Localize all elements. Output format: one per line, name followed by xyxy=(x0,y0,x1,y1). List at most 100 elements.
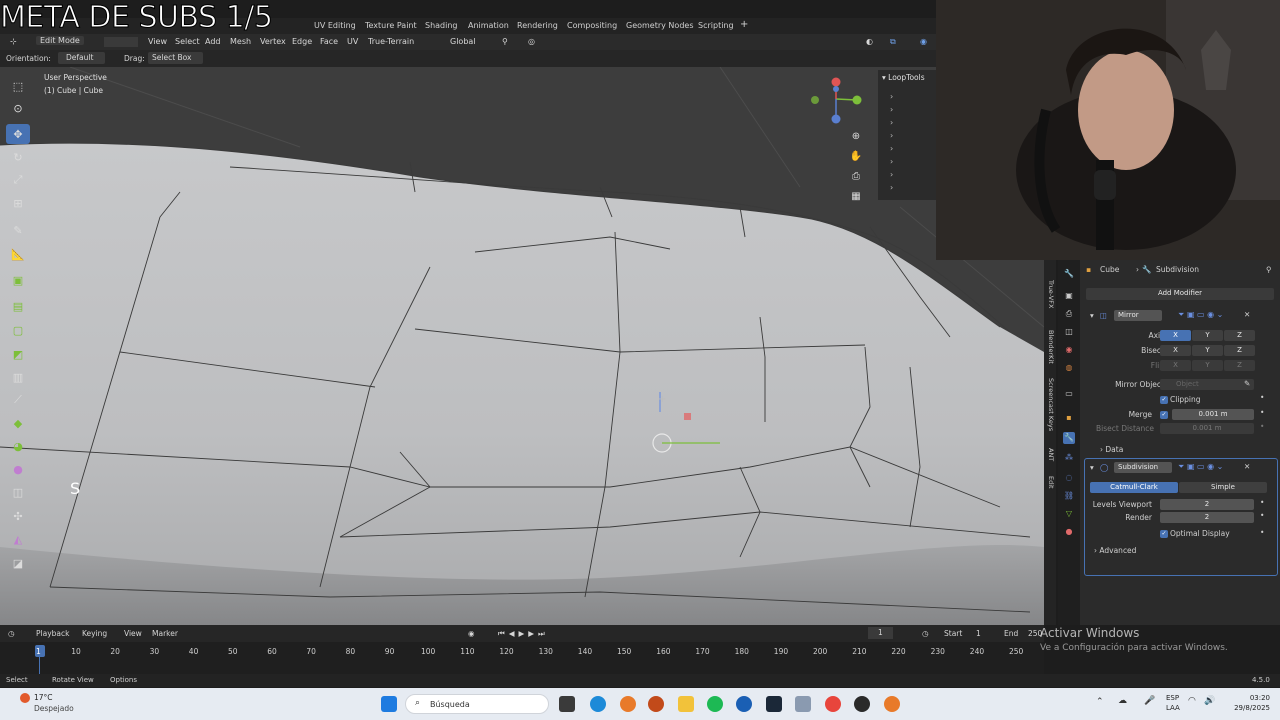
menu-keying[interactable]: Keying xyxy=(82,629,107,638)
edge-slide-tool-icon[interactable]: ◫ xyxy=(6,482,30,502)
advanced-subpanel[interactable]: › Advanced xyxy=(1094,546,1136,555)
menu-uv[interactable]: UV xyxy=(347,37,358,46)
orientation-dropdown[interactable]: Default xyxy=(58,52,106,64)
axis-x-toggle[interactable]: X xyxy=(1160,330,1191,341)
bisect-z-toggle[interactable]: Z xyxy=(1224,345,1255,356)
optimal-display-checkbox[interactable]: ✓ xyxy=(1160,530,1168,538)
tab-screencast-keys[interactable]: Screencast Keys xyxy=(1045,378,1055,431)
axis-y-toggle[interactable]: Y xyxy=(1192,330,1223,341)
modifier-props-icon[interactable]: 🔧 xyxy=(1063,432,1075,444)
extrude-tool-icon[interactable]: ▤ xyxy=(6,296,30,316)
loop-cut-tool-icon[interactable]: ▥ xyxy=(6,367,30,387)
optimal-display-keyframe-dot[interactable]: • xyxy=(1260,528,1264,537)
constraints-props-icon[interactable]: ⛓ xyxy=(1063,490,1075,502)
move-tool-icon[interactable]: ✥ xyxy=(6,124,30,144)
inset-tool-icon[interactable]: ▢ xyxy=(6,320,30,340)
cloud-icon[interactable]: ☁ xyxy=(1118,696,1127,706)
clipping-keyframe-dot[interactable]: • xyxy=(1260,393,1264,402)
speaker-icon[interactable]: 🔊 xyxy=(1204,696,1215,706)
rip-tool-icon[interactable]: ◪ xyxy=(6,553,30,573)
spin-tool-icon[interactable]: ◕ xyxy=(6,436,30,456)
tool-props-icon[interactable]: 🔧 xyxy=(1063,268,1075,280)
looptools-item-chevron-icon[interactable]: › xyxy=(890,105,893,114)
looptools-item-chevron-icon[interactable]: › xyxy=(890,183,893,192)
annotate-tool-icon[interactable]: ✎ xyxy=(6,220,30,240)
workspace-tab-animation[interactable]: Animation xyxy=(468,21,509,30)
playback-controls[interactable]: ⏮◀▶▶⏭ xyxy=(498,629,549,639)
catmull-clark-toggle[interactable]: Catmull-Clark xyxy=(1090,482,1178,493)
workspace-tab-rendering[interactable]: Rendering xyxy=(517,21,558,30)
looptools-title[interactable]: ▾ LoopTools xyxy=(882,73,925,82)
poly-build-tool-icon[interactable]: ◆ xyxy=(6,413,30,433)
looptools-item-chevron-icon[interactable]: › xyxy=(890,92,893,101)
menu-vertex[interactable]: Vertex xyxy=(260,37,286,46)
output-props-icon[interactable]: ⎙ xyxy=(1063,308,1075,320)
tab-ant[interactable]: ANT xyxy=(1045,448,1055,461)
render-props-icon[interactable]: ▣ xyxy=(1063,290,1075,302)
menu-true-terrain[interactable]: True-Terrain xyxy=(368,37,414,46)
cursor-tool-icon[interactable]: ⊙ xyxy=(6,98,30,118)
subdivision-name-field[interactable]: Subdivision xyxy=(1114,462,1172,473)
merge-checkbox[interactable]: ✓ xyxy=(1160,411,1168,419)
drag-dropdown[interactable]: Select Box xyxy=(148,52,204,64)
windows-start-icon[interactable] xyxy=(381,696,397,712)
vscode-icon[interactable] xyxy=(736,696,752,712)
looptools-item-chevron-icon[interactable]: › xyxy=(890,170,893,179)
menu-timeline-view[interactable]: View xyxy=(124,629,142,638)
select-mode-toggles[interactable] xyxy=(104,37,138,47)
brave-browser-icon[interactable] xyxy=(648,696,664,712)
bevel-tool-icon[interactable]: ◩ xyxy=(6,344,30,364)
subdivision-visibility-icons[interactable]: ⏷ ▣ ▭ ◉ ⌄ xyxy=(1178,462,1223,472)
looptools-item-chevron-icon[interactable]: › xyxy=(890,118,893,127)
shear-tool-icon[interactable]: ◭ xyxy=(6,529,30,549)
edge-browser-icon[interactable] xyxy=(590,696,606,712)
data-props-icon[interactable]: ▽ xyxy=(1063,508,1075,520)
microphone-icon[interactable]: 🎤 xyxy=(1144,696,1155,706)
mirror-collapse-chevron-icon[interactable]: ▾ xyxy=(1090,311,1094,320)
clipping-checkbox[interactable]: ✓ xyxy=(1160,396,1168,404)
measure-tool-icon[interactable]: 📐 xyxy=(6,244,30,264)
data-subpanel[interactable]: › Data xyxy=(1100,445,1123,454)
bisect-distance-field[interactable]: 0.001 m xyxy=(1160,423,1254,434)
scale-tool-icon[interactable]: ⤢ xyxy=(6,170,30,190)
render-levels-field[interactable]: 2 xyxy=(1160,512,1254,523)
simple-toggle[interactable]: Simple xyxy=(1179,482,1267,493)
flip-x-toggle[interactable]: X xyxy=(1160,360,1191,371)
axis-z-toggle[interactable]: Z xyxy=(1224,330,1255,341)
taskbar-search[interactable]: ⌕ Búsqueda xyxy=(405,694,549,714)
obs-icon[interactable] xyxy=(854,696,870,712)
knife-tool-icon[interactable]: ⟋ xyxy=(6,390,30,410)
shrink-fatten-tool-icon[interactable]: ✣ xyxy=(6,506,30,526)
subdivision-delete-icon[interactable]: ✕ xyxy=(1244,462,1250,471)
transform-tool-icon[interactable]: ⊞ xyxy=(6,193,30,213)
object-props-icon[interactable]: ▪ xyxy=(1063,412,1075,424)
transform-orientation-selector[interactable]: Global xyxy=(450,37,476,46)
workspace-tab-geometry-nodes[interactable]: Geometry Nodes xyxy=(626,21,693,30)
merge-keyframe-dot[interactable]: • xyxy=(1260,408,1264,417)
tab-true-vfx[interactable]: True-VFX xyxy=(1045,280,1055,308)
render-keyframe-dot[interactable]: • xyxy=(1260,511,1264,520)
collection-props-icon[interactable]: ▭ xyxy=(1063,388,1075,400)
editor-type-icon[interactable]: ⊹ xyxy=(10,37,17,46)
chrome-icon[interactable] xyxy=(825,696,841,712)
steam-icon[interactable] xyxy=(766,696,782,712)
world-props-icon[interactable]: ◍ xyxy=(1063,362,1075,374)
snapping-icon[interactable]: ⚲ xyxy=(502,37,508,46)
levels-keyframe-dot[interactable]: • xyxy=(1260,498,1264,507)
eyedropper-icon[interactable]: ✎ xyxy=(1244,379,1250,388)
mode-selector[interactable]: Edit Mode xyxy=(36,36,84,45)
add-modifier-button[interactable]: Add Modifier xyxy=(1086,288,1274,300)
bisect-x-toggle[interactable]: X xyxy=(1160,345,1191,356)
mirror-object-field[interactable]: Object xyxy=(1160,379,1254,390)
flip-y-toggle[interactable]: Y xyxy=(1192,360,1223,371)
spotify-icon[interactable] xyxy=(707,696,723,712)
blender-running-icon[interactable] xyxy=(884,696,900,712)
tab-edit[interactable]: Edit xyxy=(1045,476,1055,489)
menu-view[interactable]: View xyxy=(148,37,167,46)
workspace-tab-texture-paint[interactable]: Texture Paint xyxy=(365,21,417,30)
tray-chevron-icon[interactable]: ⌃ xyxy=(1096,697,1104,707)
select-box-tool-icon[interactable]: ⬚ xyxy=(6,76,30,96)
workspace-tab-shading[interactable]: Shading xyxy=(425,21,458,30)
workspace-tab-uv-editing[interactable]: UV Editing xyxy=(314,21,356,30)
mirror-delete-icon[interactable]: ✕ xyxy=(1244,310,1250,319)
